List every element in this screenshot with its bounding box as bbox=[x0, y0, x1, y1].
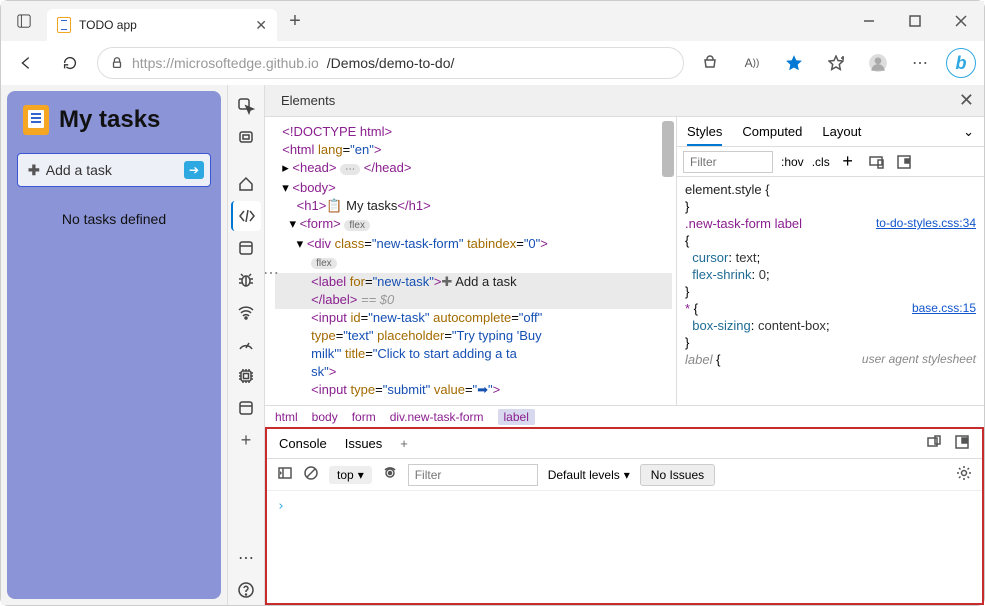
browser-tab[interactable]: TODO app ✕ bbox=[47, 9, 277, 41]
drawer-newtab-button[interactable]: + bbox=[400, 436, 408, 451]
new-rule-icon[interactable]: + bbox=[838, 151, 858, 172]
log-levels-selector[interactable]: Default levels ▾ bbox=[548, 468, 630, 482]
devtools-menu-icon[interactable]: ⋯ bbox=[231, 543, 261, 573]
console-toolbar: top ▾ Default levels ▾ No Issues bbox=[267, 459, 982, 491]
scrollbar[interactable] bbox=[662, 121, 674, 177]
bug-tool-icon[interactable] bbox=[231, 265, 261, 295]
minimize-button[interactable] bbox=[846, 1, 892, 41]
clear-console-icon[interactable] bbox=[303, 465, 319, 484]
drawer-dock-icon[interactable] bbox=[926, 434, 942, 453]
plus-icon: ✚ bbox=[28, 162, 40, 179]
tab-title: TODO app bbox=[79, 18, 247, 32]
url-path: /Demos/demo-to-do/ bbox=[327, 55, 455, 71]
console-filter-input[interactable] bbox=[408, 464, 538, 486]
layout-tab[interactable]: Layout bbox=[822, 124, 861, 139]
performance-tool-icon[interactable] bbox=[231, 329, 261, 359]
styles-more-icon[interactable]: ⌄ bbox=[963, 124, 974, 140]
app-title: My tasks bbox=[17, 105, 211, 135]
tab-actions-button[interactable] bbox=[1, 1, 47, 41]
read-aloud-icon[interactable]: A)) bbox=[736, 47, 768, 79]
close-window-button[interactable] bbox=[938, 1, 984, 41]
menu-button[interactable]: ⋯ bbox=[904, 47, 936, 79]
3d-view-icon[interactable] bbox=[231, 123, 261, 153]
favorite-icon[interactable] bbox=[778, 47, 810, 79]
application-tool-icon[interactable] bbox=[231, 393, 261, 423]
issues-tab[interactable]: Issues bbox=[345, 436, 383, 451]
tab-close-button[interactable]: ✕ bbox=[255, 17, 267, 34]
favicon-icon bbox=[57, 17, 71, 33]
add-task-placeholder: Add a task bbox=[46, 162, 112, 178]
profile-icon[interactable] bbox=[862, 47, 894, 79]
devtools-tabbar: Elements ✕ bbox=[265, 85, 984, 117]
console-tab[interactable]: Console bbox=[279, 436, 327, 451]
no-issues-badge[interactable]: No Issues bbox=[640, 464, 715, 486]
dom-breadcrumb[interactable]: html body form div.new-task-form label bbox=[265, 405, 984, 427]
computed-tab[interactable]: Computed bbox=[742, 124, 802, 139]
dom-tree[interactable]: ⋯ <!DOCTYPE html> <html lang="en"> ▸ <he… bbox=[265, 117, 676, 405]
window-controls bbox=[846, 1, 984, 41]
styles-filter-input[interactable] bbox=[683, 151, 773, 173]
lock-icon bbox=[110, 55, 124, 71]
cls-toggle[interactable]: .cls bbox=[812, 155, 830, 169]
styles-tabbar: Styles Computed Layout ⌄ bbox=[677, 117, 984, 147]
maximize-button[interactable] bbox=[892, 1, 938, 41]
sources-tool-icon[interactable] bbox=[231, 233, 261, 263]
devtools-activity-bar: + ⋯ bbox=[227, 85, 265, 605]
elements-tab[interactable]: Elements bbox=[275, 93, 341, 108]
styles-tab[interactable]: Styles bbox=[687, 124, 722, 146]
refresh-button[interactable] bbox=[53, 46, 87, 80]
help-icon[interactable] bbox=[231, 575, 261, 605]
console-output[interactable]: › bbox=[267, 491, 982, 603]
hov-toggle[interactable]: :hov bbox=[781, 155, 804, 169]
devtools-close-button[interactable]: ✕ bbox=[959, 90, 974, 111]
no-tasks-label: No tasks defined bbox=[17, 211, 211, 227]
devtools-drawer: Console Issues + top ▾ Default levels ▾ … bbox=[265, 427, 984, 605]
url-host: https://microsoftedge.github.io bbox=[132, 55, 319, 71]
elements-tool-icon[interactable] bbox=[231, 201, 261, 231]
welcome-tool-icon[interactable] bbox=[231, 169, 261, 199]
memory-tool-icon[interactable] bbox=[231, 361, 261, 391]
bing-button[interactable]: b bbox=[946, 48, 976, 78]
flexbox-overlay-icon[interactable] bbox=[894, 154, 914, 170]
console-prompt-icon: › bbox=[277, 499, 285, 514]
devtools-panel: Elements ✕ ⋯ <!DOCTYPE html> <html lang=… bbox=[265, 85, 984, 605]
new-tab-button[interactable]: + bbox=[279, 5, 311, 37]
device-icon[interactable] bbox=[866, 154, 886, 170]
titlebar: TODO app ✕ + bbox=[1, 1, 984, 41]
page-content: My tasks ✚ Add a task ➔ No tasks defined bbox=[1, 85, 227, 605]
inspect-tool-icon[interactable] bbox=[231, 91, 261, 121]
add-task-input[interactable]: ✚ Add a task ➔ bbox=[17, 153, 211, 187]
context-selector[interactable]: top ▾ bbox=[329, 466, 372, 484]
collections-icon[interactable] bbox=[820, 47, 852, 79]
address-bar: https://microsoftedge.github.io/Demos/de… bbox=[1, 41, 984, 85]
styles-pane: Styles Computed Layout ⌄ :hov .cls + ele… bbox=[676, 117, 984, 405]
notepad-icon bbox=[23, 105, 49, 135]
styles-toolbar: :hov .cls + bbox=[677, 147, 984, 177]
console-sidebar-icon[interactable] bbox=[277, 465, 293, 484]
console-settings-icon[interactable] bbox=[956, 465, 972, 484]
url-field[interactable]: https://microsoftedge.github.io/Demos/de… bbox=[97, 47, 684, 79]
dom-overflow-icon: ⋯ bbox=[265, 263, 278, 283]
live-expression-icon[interactable] bbox=[382, 465, 398, 484]
drawer-tabbar: Console Issues + bbox=[267, 429, 982, 459]
submit-task-button[interactable]: ➔ bbox=[184, 161, 204, 179]
drawer-expand-icon[interactable] bbox=[954, 434, 970, 453]
more-tools-button[interactable]: + bbox=[231, 425, 261, 455]
network-tool-icon[interactable] bbox=[231, 297, 261, 327]
back-button[interactable] bbox=[9, 46, 43, 80]
styles-rules[interactable]: element.style { } .new-task-form label t… bbox=[677, 177, 984, 405]
shopping-icon[interactable] bbox=[694, 47, 726, 79]
